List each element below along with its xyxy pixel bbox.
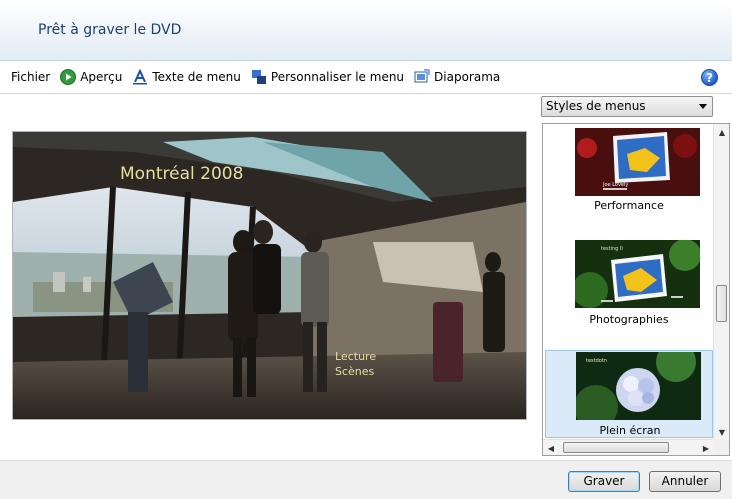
text-icon xyxy=(132,69,148,85)
preview-play-label[interactable]: Lecture xyxy=(335,350,376,363)
style-thumbnail: Joe Lovely xyxy=(575,128,700,196)
style-label-plein-ecran: Plein écran xyxy=(599,424,661,437)
file-menu[interactable]: Fichier xyxy=(6,65,55,89)
menu-styles-dropdown-value: Styles de menus xyxy=(546,99,646,113)
preview-photo: Montréal 2008 Lecture Scènes xyxy=(13,132,526,419)
footer-bar: Graver Annuler xyxy=(0,460,732,499)
menu-text-label: Texte de menu xyxy=(152,70,241,84)
scrollbar-corner xyxy=(713,439,729,455)
thumb-text-photographies: testing II xyxy=(601,246,623,252)
menu-text-button[interactable]: Texte de menu xyxy=(127,65,246,89)
help-icon[interactable]: ? xyxy=(701,69,718,86)
preview-scenes-label[interactable]: Scènes xyxy=(335,365,375,378)
file-menu-label: Fichier xyxy=(11,70,51,84)
thumb-text-plein-ecran: testdotn xyxy=(586,358,607,364)
preview-button[interactable]: Aperçu xyxy=(55,65,127,89)
slideshow-icon xyxy=(414,69,430,85)
styles-vertical-scrollbar[interactable]: ▲ ▼ xyxy=(713,124,729,440)
play-icon xyxy=(60,69,77,85)
scroll-right-icon[interactable]: ▶ xyxy=(698,440,714,455)
style-item-plein-ecran[interactable]: testdotn Plein écran xyxy=(545,350,713,438)
thumb-text-performance: Joe Lovely xyxy=(602,182,628,188)
menu-styles-list[interactable]: Joe Lovely Performance testing II Photog… xyxy=(542,123,730,456)
vertical-scroll-thumb[interactable] xyxy=(716,285,727,322)
toolbar: Fichier Aperçu Texte de menu Personnalis… xyxy=(0,61,732,94)
styles-horizontal-scrollbar[interactable]: ◀ ▶ xyxy=(543,439,714,455)
menu-styles-dropdown[interactable]: Styles de menus xyxy=(541,96,713,117)
horizontal-scroll-thumb[interactable] xyxy=(563,442,669,453)
style-item-photographies[interactable]: testing II Photographies xyxy=(545,234,713,339)
scroll-left-icon[interactable]: ◀ xyxy=(543,440,559,455)
scroll-up-icon[interactable]: ▲ xyxy=(714,124,729,140)
style-thumbnail: testing II xyxy=(575,240,700,308)
scroll-down-icon[interactable]: ▼ xyxy=(714,424,729,440)
slideshow-button[interactable]: Diaporama xyxy=(409,65,505,89)
slideshow-label: Diaporama xyxy=(434,70,501,84)
cancel-button[interactable]: Annuler xyxy=(649,471,721,492)
customize-icon xyxy=(251,69,267,85)
menu-preview[interactable]: Montréal 2008 Lecture Scènes xyxy=(12,131,527,420)
customize-menu-button[interactable]: Personnaliser le menu xyxy=(246,65,409,89)
burn-button[interactable]: Graver xyxy=(568,471,640,492)
style-label-photographies: Photographies xyxy=(589,313,669,326)
title-bar: Prêt à graver le DVD xyxy=(0,0,732,61)
chevron-down-icon xyxy=(699,104,707,109)
style-thumbnail: testdotn xyxy=(576,352,701,420)
preview-menu-title: Montréal 2008 xyxy=(120,164,243,184)
customize-menu-label: Personnaliser le menu xyxy=(270,70,405,84)
style-item-performance[interactable]: Joe Lovely Performance xyxy=(545,124,713,224)
preview-label: Aperçu xyxy=(80,70,123,84)
style-label-performance: Performance xyxy=(594,199,664,212)
window-title: Prêt à graver le DVD xyxy=(38,22,182,38)
